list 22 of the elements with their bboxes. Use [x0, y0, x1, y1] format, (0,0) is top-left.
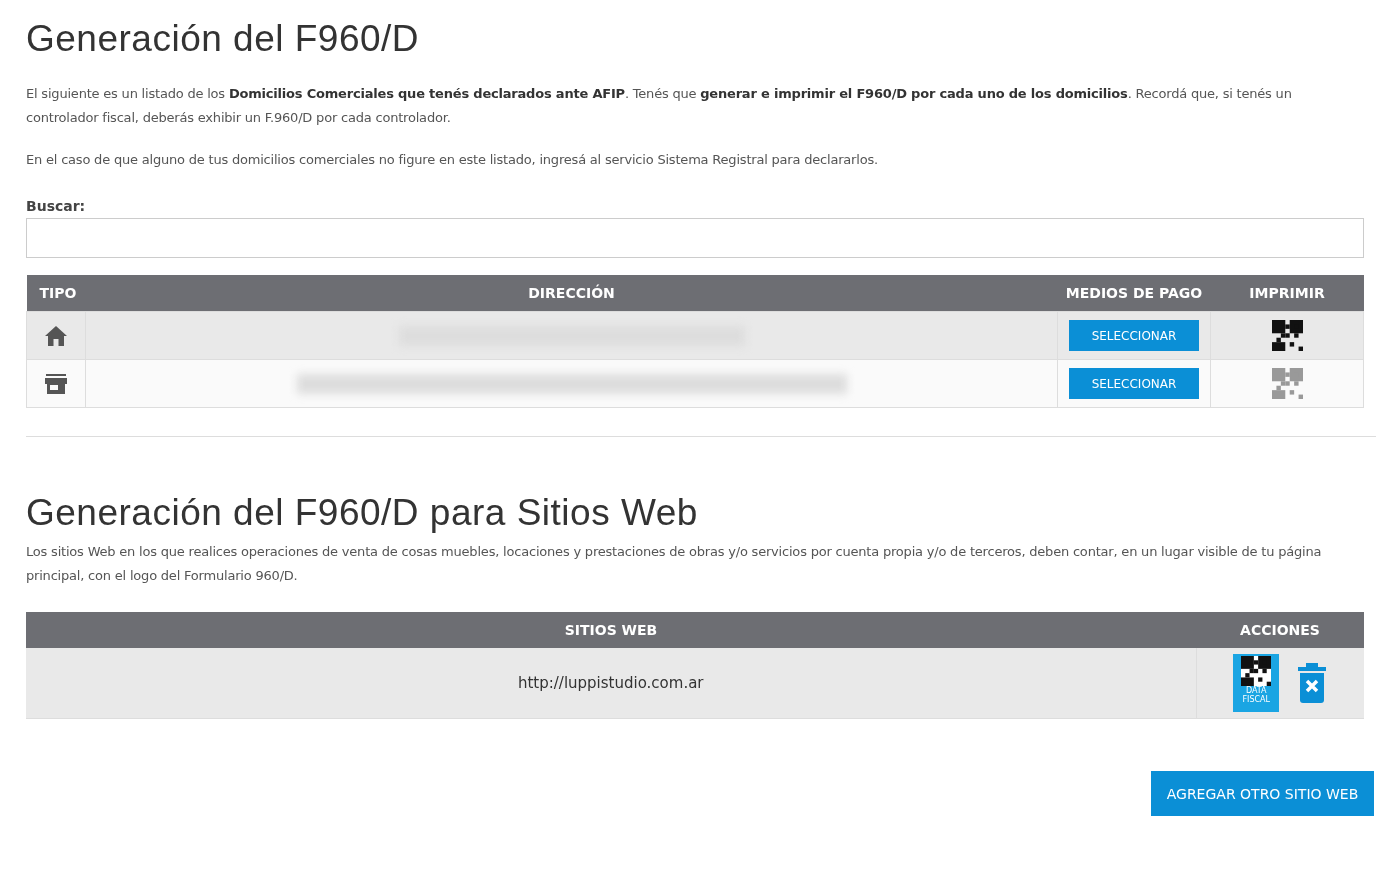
qr-code-icon[interactable] — [1271, 320, 1303, 351]
search-label: Buscar: — [26, 198, 87, 214]
table-cell: http://luppistudio.com.ar — [26, 648, 1196, 719]
intro-paragraph: En el caso de que alguno de tus domicilios comerciales no figure en este listado, ingresá al servicio Sistema Registral para declararlos. — [26, 151, 879, 169]
select-button[interactable]: SELECCIONAR — [1069, 320, 1199, 351]
column-header: TIPO — [26, 275, 86, 312]
section-title: Generación del F960/D para Sitios Web — [26, 492, 699, 534]
column-header: SITIOS WEB — [26, 612, 1196, 648]
column-header: ACCIONES — [1196, 612, 1364, 648]
column-header: IMPRIMIR — [1210, 275, 1364, 312]
trash-icon[interactable] — [1297, 663, 1328, 703]
search-field[interactable] — [26, 218, 1364, 258]
column-header: DIRECCIÓN — [85, 275, 1058, 312]
page-title: Generación del F960/D — [26, 18, 421, 60]
column-header: MEDIOS DE PAGO — [1057, 275, 1211, 312]
add-website-button[interactable]: AGREGAR OTRO SITIO WEB — [1151, 771, 1374, 816]
house-icon — [45, 325, 67, 346]
select-button[interactable]: SELECCIONAR — [1069, 368, 1199, 399]
store-icon — [45, 373, 67, 394]
web-paragraph: Los sitios Web en los que realices operaciones de venta de cosas muebles, locaciones y prestaciones de obras y/o servicios por cuenta propia y/o de terceros, deben contar, en un lugar visible de tu página principal, con el logo del Formulario 960/D. — [26, 543, 1323, 585]
data-fiscal-logo[interactable]: DATA FISCAL — [1233, 654, 1280, 712]
intro-paragraph: El siguiente es un listado de los Domicilios Comerciales que tenés declarados ante AFIP. Tenés que generar e imprimir el F960/D por cada uno de los domicilios. Recordá que, si tenés un controlador fiscal, deberás exhibir un F.960/D por cada controlador. — [26, 85, 1293, 127]
